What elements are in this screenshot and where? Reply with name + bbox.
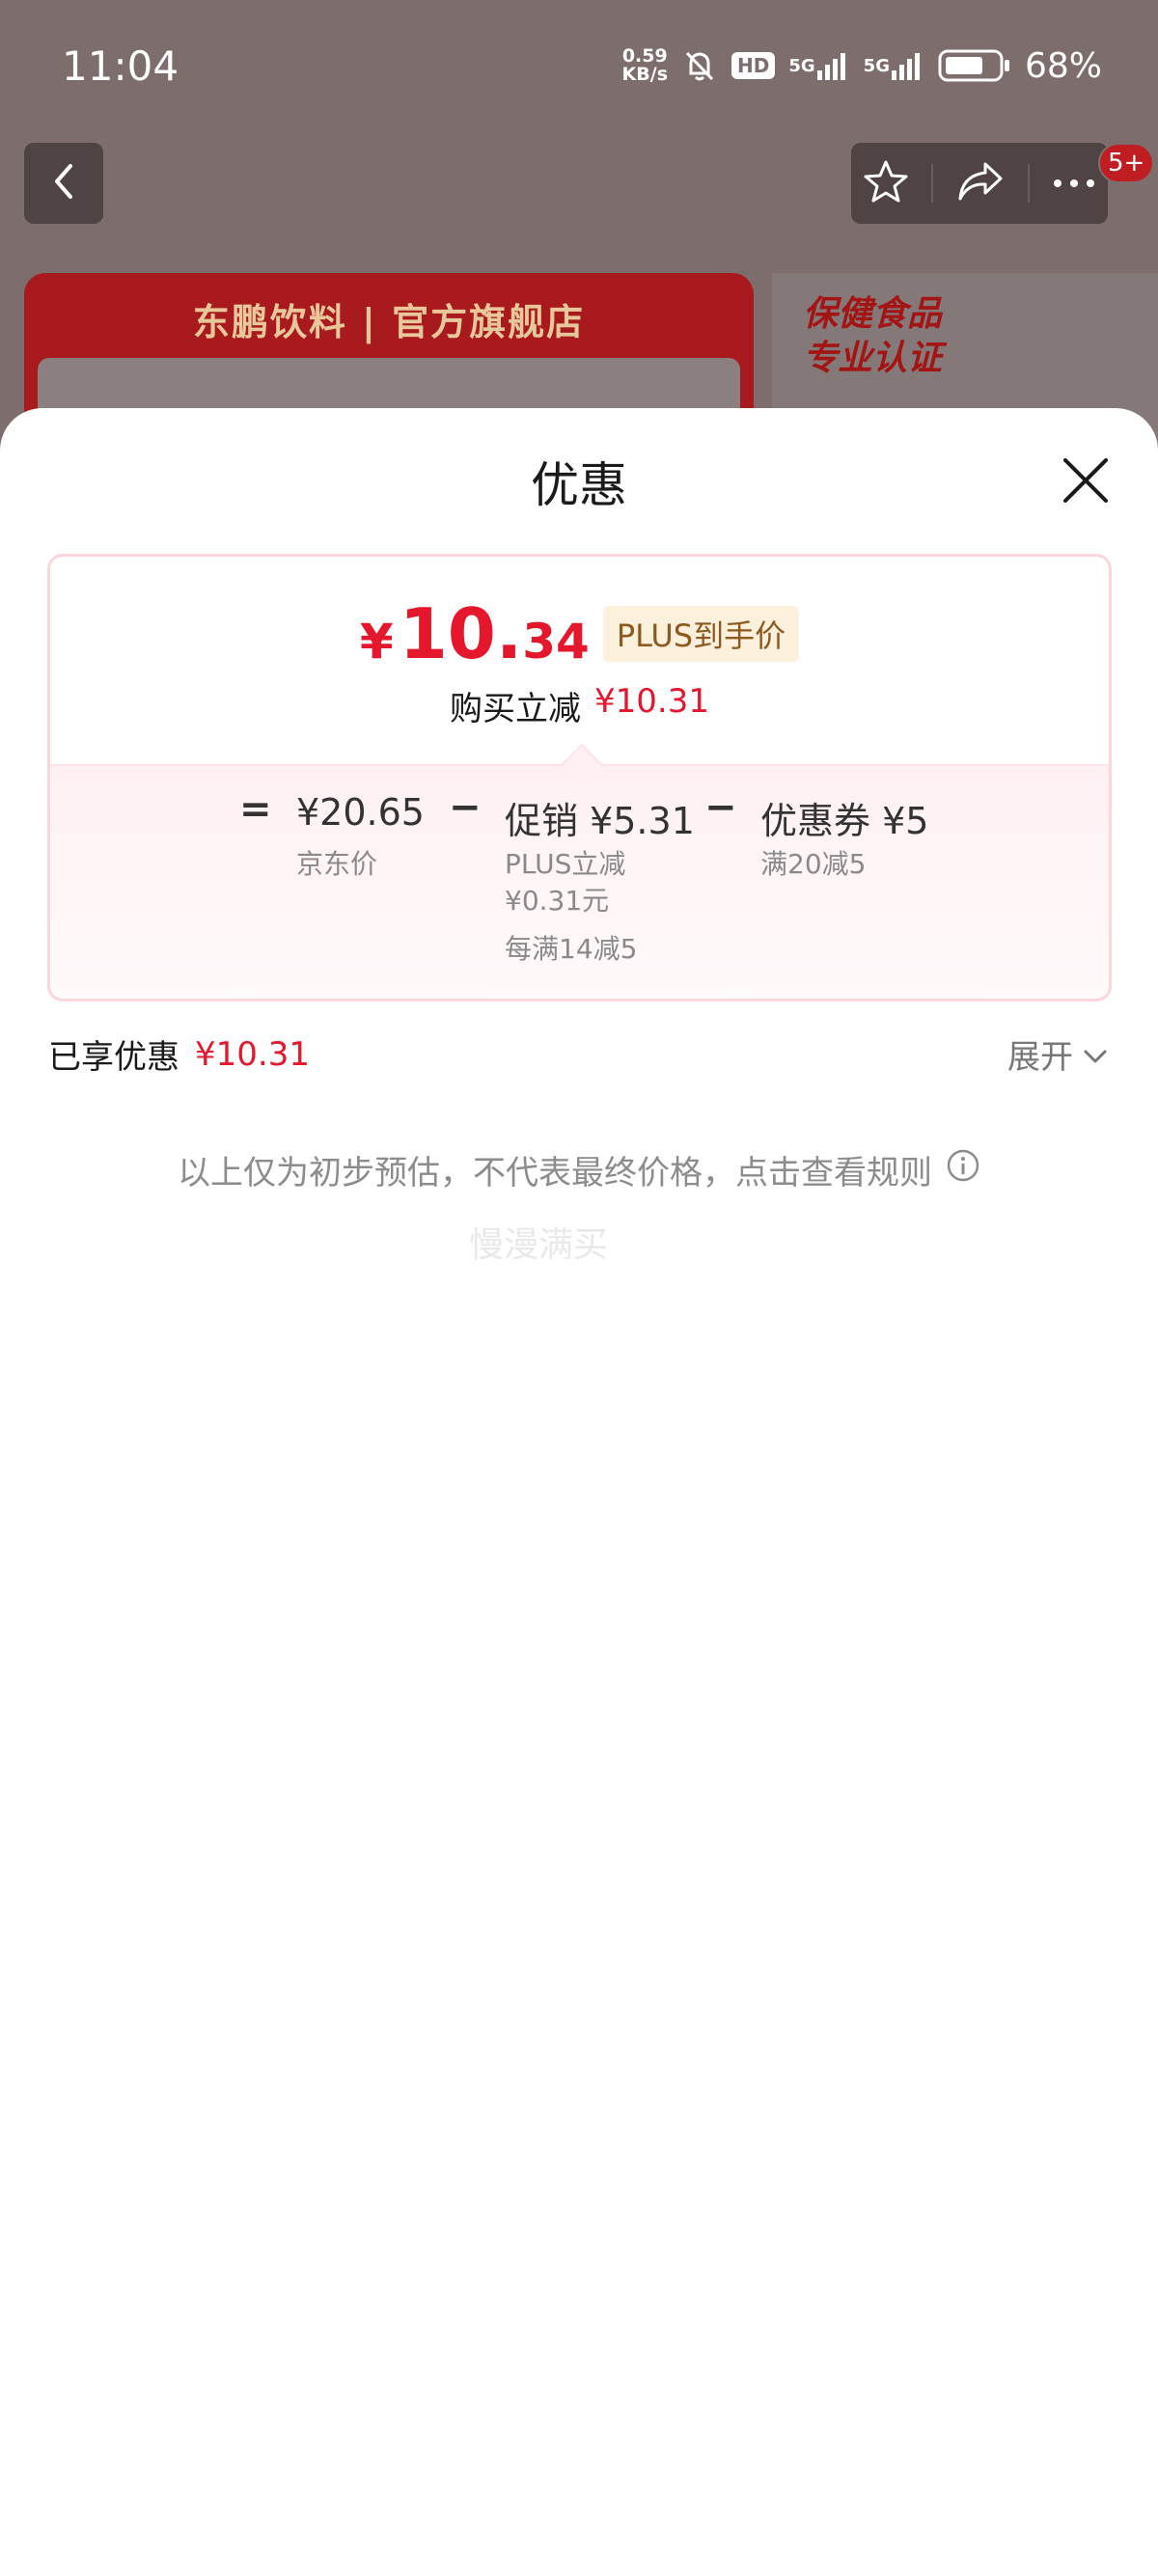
network-speed: 0.59 KB/s xyxy=(621,45,669,85)
final-price-row: ¥ 10. 34 PLUS到手价 xyxy=(50,599,1109,670)
promo-plus-label: PLUS立减 xyxy=(505,848,626,880)
final-price: ¥ 10. 34 xyxy=(359,593,590,674)
disclaimer-text: 以上仅为初步预估，不代表最终价格，点击查看规则 xyxy=(178,1154,932,1192)
message-badge: 5+ xyxy=(1098,143,1155,183)
more-icon[interactable] xyxy=(1052,175,1096,193)
price-summary: ¥ 10. 34 PLUS到手价 购买立减 ¥10.31 xyxy=(50,557,1109,764)
coupon-value: 优惠券 ¥5 xyxy=(760,800,929,842)
equals-sign: = xyxy=(239,787,272,832)
instant-discount-row: 购买立减 ¥10.31 xyxy=(50,682,1109,729)
jd-price-label: 京东价 xyxy=(296,848,378,880)
expand-button[interactable]: 展开 xyxy=(1007,1030,1108,1078)
status-time: 11:04 xyxy=(62,42,179,90)
minus-sign: − xyxy=(449,785,482,830)
enjoyed-label: 已享优惠 xyxy=(48,1038,179,1077)
discount-sheet: 优惠 ¥ 10. 34 PLUS到手价 购买立减 ¥10.31 = ¥20.65 xyxy=(0,408,1158,2576)
nav-actions xyxy=(851,143,1108,224)
close-icon xyxy=(1062,456,1110,508)
signal-icon: 5G xyxy=(788,51,849,80)
divider xyxy=(931,164,934,203)
promo-text: 保健食品 专业认证 xyxy=(803,294,943,378)
jd-price-value: ¥20.65 xyxy=(296,791,425,834)
expand-label: 展开 xyxy=(1007,1038,1073,1077)
star-icon[interactable] xyxy=(863,158,909,208)
close-button[interactable] xyxy=(1060,456,1112,508)
battery-icon xyxy=(938,48,1011,83)
instant-discount-value: ¥10.31 xyxy=(594,682,709,721)
chevron-left-icon xyxy=(49,162,78,205)
status-icons: 0.59 KB/s HD 5G 5G 68% xyxy=(622,44,1102,87)
signal-icon: 5G xyxy=(864,51,924,80)
price-breakdown: = ¥20.65 京东价 − 促销 ¥5.31 PLUS立减 ¥0.31元 每满… xyxy=(50,764,1109,999)
coupon-rule: 满20减5 xyxy=(760,848,867,880)
mute-bell-icon xyxy=(681,47,718,84)
instant-discount-label: 购买立减 xyxy=(450,690,582,728)
battery-percent: 68% xyxy=(1024,45,1102,86)
background-page: 11:04 0.59 KB/s HD 5G 5G 68% 5+ 东鹏饮料 | 官… xyxy=(0,0,1158,453)
promo-value: 促销 ¥5.31 xyxy=(505,800,695,842)
enjoyed-value: ¥10.31 xyxy=(195,1034,310,1074)
status-bar: 11:04 0.59 KB/s HD 5G 5G 68% xyxy=(0,0,1158,135)
promo-rule: 每满14减5 xyxy=(505,933,638,965)
enjoyed-discount-row: 已享优惠 ¥10.31 xyxy=(48,1030,310,1078)
faded-text: 慢漫满买 xyxy=(469,1225,609,1265)
price-card: ¥ 10. 34 PLUS到手价 购买立减 ¥10.31 = ¥20.65 京东… xyxy=(47,554,1112,1001)
plus-price-tag: PLUS到手价 xyxy=(602,606,800,662)
hd-badge: HD xyxy=(731,52,776,79)
share-icon[interactable] xyxy=(956,160,1005,206)
sheet-title: 优惠 xyxy=(531,457,627,513)
disclaimer-link[interactable]: 以上仅为初步预估，不代表最终价格，点击查看规则 xyxy=(0,1146,1158,1193)
promo-plus-amount: ¥0.31元 xyxy=(505,885,610,917)
back-button[interactable] xyxy=(24,143,103,224)
store-name: 东鹏饮料 | 官方旗舰店 xyxy=(192,301,586,343)
chevron-down-icon xyxy=(1083,1035,1108,1074)
minus-sign: − xyxy=(704,785,737,830)
info-icon xyxy=(946,1148,980,1192)
divider xyxy=(1027,164,1030,203)
